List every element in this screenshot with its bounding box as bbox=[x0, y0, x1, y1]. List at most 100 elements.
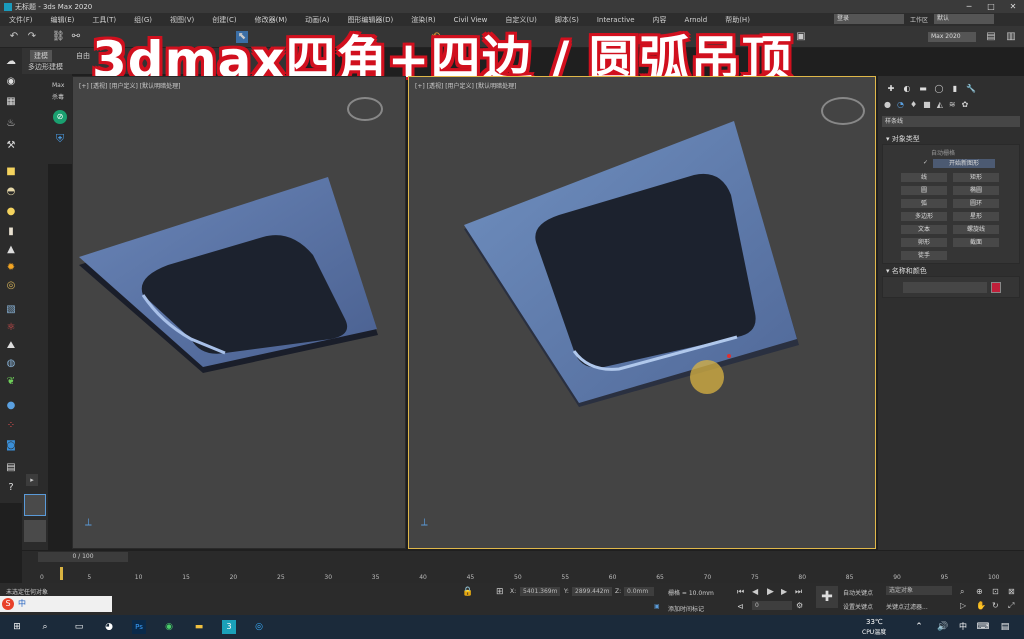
minimize-button[interactable]: ─ bbox=[958, 0, 980, 13]
auto-key-button[interactable]: 自动关键点 bbox=[843, 588, 873, 597]
zoom-extents-icon[interactable]: ⊡ bbox=[992, 587, 999, 596]
maximize-viewport-icon[interactable]: ⤢ bbox=[1008, 601, 1014, 611]
shape-button-7[interactable]: 星形 bbox=[953, 212, 999, 221]
time-config-icon[interactable]: ⚙ bbox=[796, 601, 803, 610]
sogou-icon[interactable]: S bbox=[2, 598, 14, 610]
cylinder-icon[interactable]: ▮ bbox=[4, 226, 18, 238]
systems-icon[interactable]: ✿ bbox=[962, 100, 969, 109]
helpers-icon[interactable]: ◭ bbox=[937, 100, 943, 109]
unlink-icon[interactable]: ⚯ bbox=[70, 31, 82, 43]
utilities-tab-icon[interactable]: 🔧 bbox=[966, 84, 976, 94]
viewport-right[interactable]: [+] [透视] [用户定义] [默认明暗处理] ⟂ bbox=[408, 76, 876, 549]
task-view-icon[interactable]: ▭ bbox=[72, 620, 86, 634]
menu-item-1[interactable]: 编辑(E) bbox=[42, 15, 84, 25]
shape-button-9[interactable]: 螺旋线 bbox=[953, 225, 999, 234]
plant-icon[interactable]: ❦ bbox=[4, 376, 18, 388]
login-field[interactable]: 登录 bbox=[833, 14, 904, 24]
z-coordinate-field[interactable]: 0.0mm bbox=[624, 587, 654, 596]
zoom-icon[interactable]: ⌕ bbox=[960, 587, 964, 597]
box-icon[interactable]: ■ bbox=[4, 166, 18, 178]
zoom-all-icon[interactable]: ⊕ bbox=[976, 587, 983, 596]
key-target-select[interactable]: 选定对象 bbox=[886, 586, 952, 595]
go-to-end-icon[interactable]: ⏭ bbox=[795, 587, 802, 597]
motion-tab-icon[interactable]: ◯ bbox=[934, 84, 944, 94]
browser-icon[interactable]: ◉ bbox=[162, 620, 176, 634]
next-frame-icon[interactable]: ▶ bbox=[781, 587, 787, 596]
keyboard-icon[interactable]: ⌨ bbox=[976, 620, 990, 634]
shape-button-1[interactable]: 矩形 bbox=[953, 173, 999, 182]
windows-start-icon[interactable]: ⊞ bbox=[10, 620, 24, 634]
geometry-icon[interactable]: ● bbox=[884, 100, 891, 109]
fov-icon[interactable]: ▷ bbox=[960, 601, 966, 610]
qq-icon[interactable]: ◕ bbox=[102, 620, 116, 634]
play-icon[interactable]: ▶ bbox=[767, 587, 774, 597]
object-type-rollout-header[interactable]: ▾ 对象类型 bbox=[882, 134, 1020, 144]
shapes-icon[interactable]: ◔ bbox=[897, 100, 904, 109]
hierarchy-tab-icon[interactable]: ▬ bbox=[918, 84, 928, 94]
object-color-swatch[interactable] bbox=[991, 282, 1001, 293]
notification-icon[interactable]: ▤ bbox=[998, 620, 1012, 634]
shape-button-11[interactable]: 截面 bbox=[953, 238, 999, 247]
light-icon[interactable]: ♨ bbox=[4, 118, 18, 130]
key-filters-button[interactable]: 关键点过滤器... bbox=[886, 602, 928, 611]
name-color-rollout-header[interactable]: ▾ 名称和颜色 bbox=[882, 266, 1020, 276]
shape-button-4[interactable]: 弧 bbox=[901, 199, 947, 208]
viewcube[interactable] bbox=[347, 97, 383, 121]
expand-arrow-icon[interactable]: ▸ bbox=[26, 474, 38, 486]
go-to-start-icon[interactable]: ⏮ bbox=[737, 587, 744, 597]
sphere-icon[interactable]: ● bbox=[4, 206, 18, 218]
time-slider[interactable]: 0 / 100 bbox=[22, 551, 1024, 563]
start-new-shape-button[interactable]: 开始新图形 bbox=[933, 159, 995, 168]
set-key-button[interactable]: 设置关键点 bbox=[843, 602, 873, 611]
layout-four-pane-icon[interactable] bbox=[24, 520, 46, 542]
torus-icon[interactable]: ◎ bbox=[4, 280, 18, 292]
shield-icon[interactable]: ⛨ bbox=[53, 132, 67, 146]
photoshop-icon[interactable]: Ps bbox=[132, 620, 146, 634]
sun-icon[interactable]: ✹ bbox=[4, 262, 18, 274]
app-icon-blue[interactable]: ◎ bbox=[252, 620, 266, 634]
prev-frame-icon[interactable]: ◀ bbox=[752, 587, 758, 596]
shape-button-12[interactable]: 徒手 bbox=[901, 251, 947, 260]
time-slider-thumb[interactable]: 0 / 100 bbox=[38, 552, 128, 562]
track-bar[interactable]: 0 5 10 15 20 25 30 35 40 45 50 55 60 65 70 75 80 85 90 95 10… bbox=[22, 563, 1024, 583]
shape-button-5[interactable]: 圆环 bbox=[953, 199, 999, 208]
pattern-icon[interactable]: ▧ bbox=[4, 304, 18, 316]
pan-icon[interactable]: ✋ bbox=[976, 601, 986, 610]
shape-button-2[interactable]: 圆 bbox=[901, 186, 947, 195]
tray-chevron-icon[interactable]: ⌃ bbox=[912, 620, 926, 634]
shape-button-0[interactable]: 线 bbox=[901, 173, 947, 182]
3dsmax-icon[interactable]: 3 bbox=[222, 620, 236, 634]
project-folder-icon[interactable]: ▤ bbox=[985, 31, 997, 43]
set-key-icon[interactable]: ✚ bbox=[816, 586, 838, 608]
ime-indicator[interactable]: 中 bbox=[956, 620, 970, 634]
dome-icon[interactable]: ◓ bbox=[4, 186, 18, 198]
container-icon[interactable]: ▦ bbox=[4, 96, 18, 108]
shape-button-6[interactable]: 多边形 bbox=[901, 212, 947, 221]
clipboard-icon[interactable]: ▤ bbox=[4, 462, 18, 474]
shape-button-3[interactable]: 椭圆 bbox=[953, 186, 999, 195]
viewport-left[interactable]: [+] [透视] [用户定义] [默认明暗处理] ⟂ bbox=[72, 76, 406, 549]
spacewarps-icon[interactable]: ≋ bbox=[949, 100, 956, 109]
scene-explorer-icon[interactable]: ☁ bbox=[4, 56, 18, 68]
menu-item-0[interactable]: 文件(F) bbox=[0, 15, 42, 25]
zoom-extents-all-icon[interactable]: ⊠ bbox=[1008, 587, 1015, 596]
tab-freeform[interactable]: 自由 bbox=[72, 50, 94, 62]
start-new-shape-checkbox[interactable]: ✓ bbox=[923, 160, 929, 166]
render-icon[interactable]: ◙ bbox=[4, 440, 18, 452]
ime-toolbar[interactable]: S 中 bbox=[0, 596, 112, 612]
shape-button-10[interactable]: 卵形 bbox=[901, 238, 947, 247]
close-button[interactable]: ✕ bbox=[1002, 0, 1024, 13]
globe-icon[interactable]: ◍ bbox=[4, 358, 18, 370]
undo-icon[interactable]: ↶ bbox=[8, 31, 20, 43]
cameras-icon[interactable]: ■ bbox=[923, 100, 931, 109]
create-tab-icon[interactable]: ✚ bbox=[886, 84, 896, 94]
key-mode-icon[interactable]: ⊲ bbox=[737, 602, 744, 611]
absolute-mode-icon[interactable]: ⊞ bbox=[496, 587, 504, 597]
add-time-tag[interactable]: 添加时间标记 bbox=[668, 604, 704, 613]
color-dots-icon[interactable]: ⁘ bbox=[4, 420, 18, 432]
render-setup-icon[interactable]: ▣ bbox=[795, 31, 807, 43]
viewcube[interactable] bbox=[821, 97, 865, 125]
volume-icon[interactable]: 🔊 bbox=[936, 620, 950, 634]
maximize-button[interactable]: □ bbox=[980, 0, 1002, 13]
modify-tab-icon[interactable]: ◐ bbox=[902, 84, 912, 94]
